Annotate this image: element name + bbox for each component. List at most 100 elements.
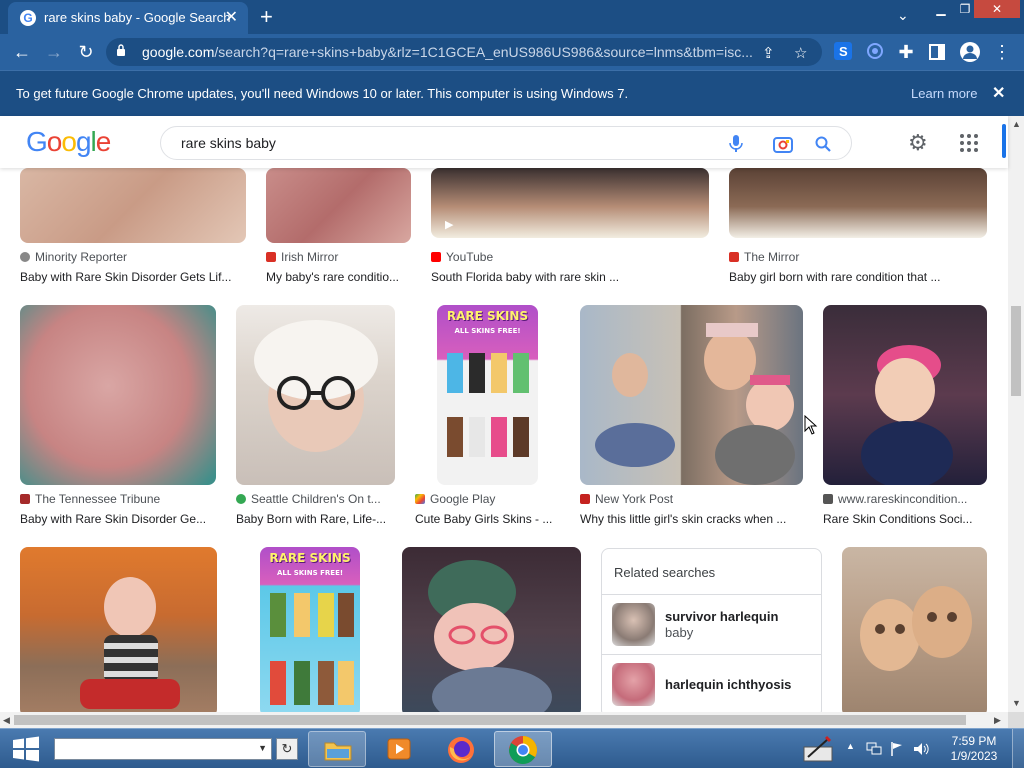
- scroll-left-arrow-icon[interactable]: ◀: [3, 715, 10, 726]
- snipping-tool-icon[interactable]: [800, 733, 836, 765]
- google-logo[interactable]: Google: [26, 126, 111, 158]
- result-title[interactable]: My baby's rare conditio...: [266, 270, 411, 284]
- profile-avatar-icon[interactable]: [959, 41, 981, 63]
- result-card[interactable]: Minority Reporter Baby with Rare Skin Di…: [20, 168, 246, 288]
- result-title[interactable]: South Florida baby with rare skin ...: [431, 270, 709, 284]
- infobar-message: To get future Google Chrome updates, you…: [16, 86, 629, 101]
- result-image[interactable]: [236, 305, 395, 485]
- extension-circle-icon[interactable]: [866, 42, 884, 60]
- show-desktop-button[interactable]: [1012, 729, 1024, 769]
- result-image[interactable]: RARE SKINS ALL SKINS FREE!: [260, 547, 360, 712]
- infobar-close-icon[interactable]: ✕: [992, 83, 1005, 103]
- result-card[interactable]: RARE SKINS ALL SKINS FREE! Google Play C…: [415, 305, 560, 530]
- result-title[interactable]: Baby Born with Rare, Life-...: [236, 512, 395, 526]
- search-submit-icon[interactable]: [815, 136, 831, 152]
- result-source[interactable]: YouTube: [431, 250, 709, 264]
- lens-camera-icon[interactable]: [773, 135, 793, 153]
- mother-baby-photo-illustration: [595, 323, 795, 485]
- extension-s-icon[interactable]: S: [834, 42, 852, 60]
- learn-more-link[interactable]: Learn more: [911, 86, 977, 101]
- browser-tab[interactable]: G rare skins baby - Google Search ✕: [8, 2, 248, 34]
- system-clock[interactable]: 7:59 PM 1/9/2023: [945, 734, 1003, 764]
- search-query[interactable]: rare skins baby: [181, 135, 276, 151]
- scroll-right-arrow-icon[interactable]: ▶: [994, 715, 1001, 726]
- result-image[interactable]: [266, 168, 411, 243]
- address-bar[interactable]: google.com/search?q=rare+skins+baby&rlz=…: [106, 38, 822, 66]
- bookmark-star-icon[interactable]: ☆: [794, 44, 807, 62]
- scroll-down-arrow-icon[interactable]: ▼: [1012, 698, 1021, 708]
- window-close-button[interactable]: ✕: [974, 0, 1020, 18]
- result-image[interactable]: [402, 547, 581, 712]
- result-card[interactable]: ▶ YouTube South Florida baby with rare s…: [431, 168, 709, 288]
- google-apps-grid-icon[interactable]: [960, 134, 978, 152]
- result-title[interactable]: Baby girl born with rare condition that …: [729, 270, 987, 284]
- result-image[interactable]: [580, 305, 803, 485]
- result-card[interactable]: The Tennessee Tribune Baby with Rare Ski…: [20, 305, 216, 530]
- result-card[interactable]: [20, 547, 217, 712]
- media-player-taskbar-button[interactable]: [370, 731, 428, 767]
- result-source[interactable]: New York Post: [580, 492, 803, 506]
- horizontal-scroll-thumb[interactable]: [14, 715, 966, 725]
- result-image[interactable]: [20, 168, 246, 243]
- related-search-item[interactable]: survivor harlequin baby: [602, 594, 821, 654]
- result-card[interactable]: [842, 547, 987, 712]
- result-image[interactable]: RARE SKINS ALL SKINS FREE!: [437, 305, 538, 485]
- chrome-taskbar-button[interactable]: [494, 731, 552, 767]
- side-panel-icon[interactable]: [929, 44, 945, 60]
- dropdown-arrow-icon[interactable]: ▼: [258, 743, 267, 753]
- action-center-flag-icon[interactable]: [890, 741, 904, 757]
- result-image[interactable]: [823, 305, 987, 485]
- share-icon[interactable]: ⇪: [762, 44, 775, 62]
- result-title[interactable]: Why this little girl's skin cracks when …: [580, 512, 803, 526]
- result-title[interactable]: Rare Skin Conditions Soci...: [823, 512, 987, 526]
- extensions-puzzle-icon[interactable]: ✚: [894, 40, 918, 64]
- new-tab-icon[interactable]: +: [260, 4, 273, 30]
- result-card[interactable]: New York Post Why this little girl's ski…: [580, 305, 803, 530]
- volume-speaker-icon[interactable]: [912, 741, 930, 757]
- back-arrow-icon[interactable]: ←: [10, 40, 34, 64]
- result-source[interactable]: Minority Reporter: [20, 250, 246, 264]
- network-icon[interactable]: [866, 742, 882, 756]
- settings-gear-icon[interactable]: ⚙: [908, 130, 928, 156]
- result-source[interactable]: Google Play: [415, 492, 560, 506]
- result-card[interactable]: [402, 547, 581, 712]
- horizontal-scrollbar[interactable]: ◀ ▶: [0, 712, 1008, 728]
- result-source[interactable]: The Tennessee Tribune: [20, 492, 216, 506]
- reload-icon[interactable]: ↻: [74, 40, 98, 64]
- result-title[interactable]: Baby with Rare Skin Disorder Ge...: [20, 512, 216, 526]
- result-card[interactable]: The Mirror Baby girl born with rare cond…: [729, 168, 987, 288]
- result-source[interactable]: Seattle Children's On t...: [236, 492, 395, 506]
- tab-search-chevron-icon[interactable]: ⌄: [897, 7, 909, 24]
- vertical-scrollbar[interactable]: ▲ ▼: [1008, 116, 1024, 712]
- voice-search-mic-icon[interactable]: [729, 135, 743, 153]
- result-image[interactable]: [842, 547, 987, 712]
- chrome-menu-icon[interactable]: ⋮: [990, 40, 1014, 64]
- windows-start-icon[interactable]: [10, 735, 42, 763]
- result-source[interactable]: www.rareskincondition...: [823, 492, 987, 506]
- logo-letter: o: [61, 126, 77, 157]
- forward-arrow-icon[interactable]: →: [42, 40, 66, 64]
- result-card[interactable]: Seattle Children's On t... Baby Born wit…: [236, 305, 395, 530]
- result-card[interactable]: RARE SKINS ALL SKINS FREE!: [237, 547, 382, 712]
- tray-expand-arrow-icon[interactable]: ▲: [846, 741, 855, 751]
- scroll-up-arrow-icon[interactable]: ▲: [1012, 119, 1021, 129]
- result-title[interactable]: Baby with Rare Skin Disorder Gets Lif...: [20, 270, 246, 284]
- result-card[interactable]: Irish Mirror My baby's rare conditio...: [266, 168, 411, 288]
- result-source[interactable]: The Mirror: [729, 250, 987, 264]
- result-image[interactable]: [20, 305, 216, 485]
- result-image[interactable]: [20, 547, 217, 712]
- file-explorer-taskbar-button[interactable]: [308, 731, 366, 767]
- result-card[interactable]: www.rareskincondition... Rare Skin Condi…: [823, 305, 987, 530]
- result-image[interactable]: ▶: [431, 168, 709, 238]
- firefox-taskbar-button[interactable]: [432, 731, 490, 767]
- result-image[interactable]: [729, 168, 987, 238]
- result-source[interactable]: Irish Mirror: [266, 250, 411, 264]
- taskbar-refresh-button[interactable]: ↻: [276, 738, 298, 760]
- firefox-icon: [448, 737, 474, 763]
- search-box[interactable]: rare skins baby: [160, 126, 852, 160]
- vertical-scroll-thumb[interactable]: [1011, 306, 1021, 396]
- result-title[interactable]: Cute Baby Girls Skins - ...: [415, 512, 560, 526]
- tab-close-icon[interactable]: ✕: [225, 7, 238, 27]
- taskbar-address-combobox[interactable]: ▼: [54, 738, 272, 760]
- related-search-item[interactable]: harlequin ichthyosis: [602, 654, 821, 712]
